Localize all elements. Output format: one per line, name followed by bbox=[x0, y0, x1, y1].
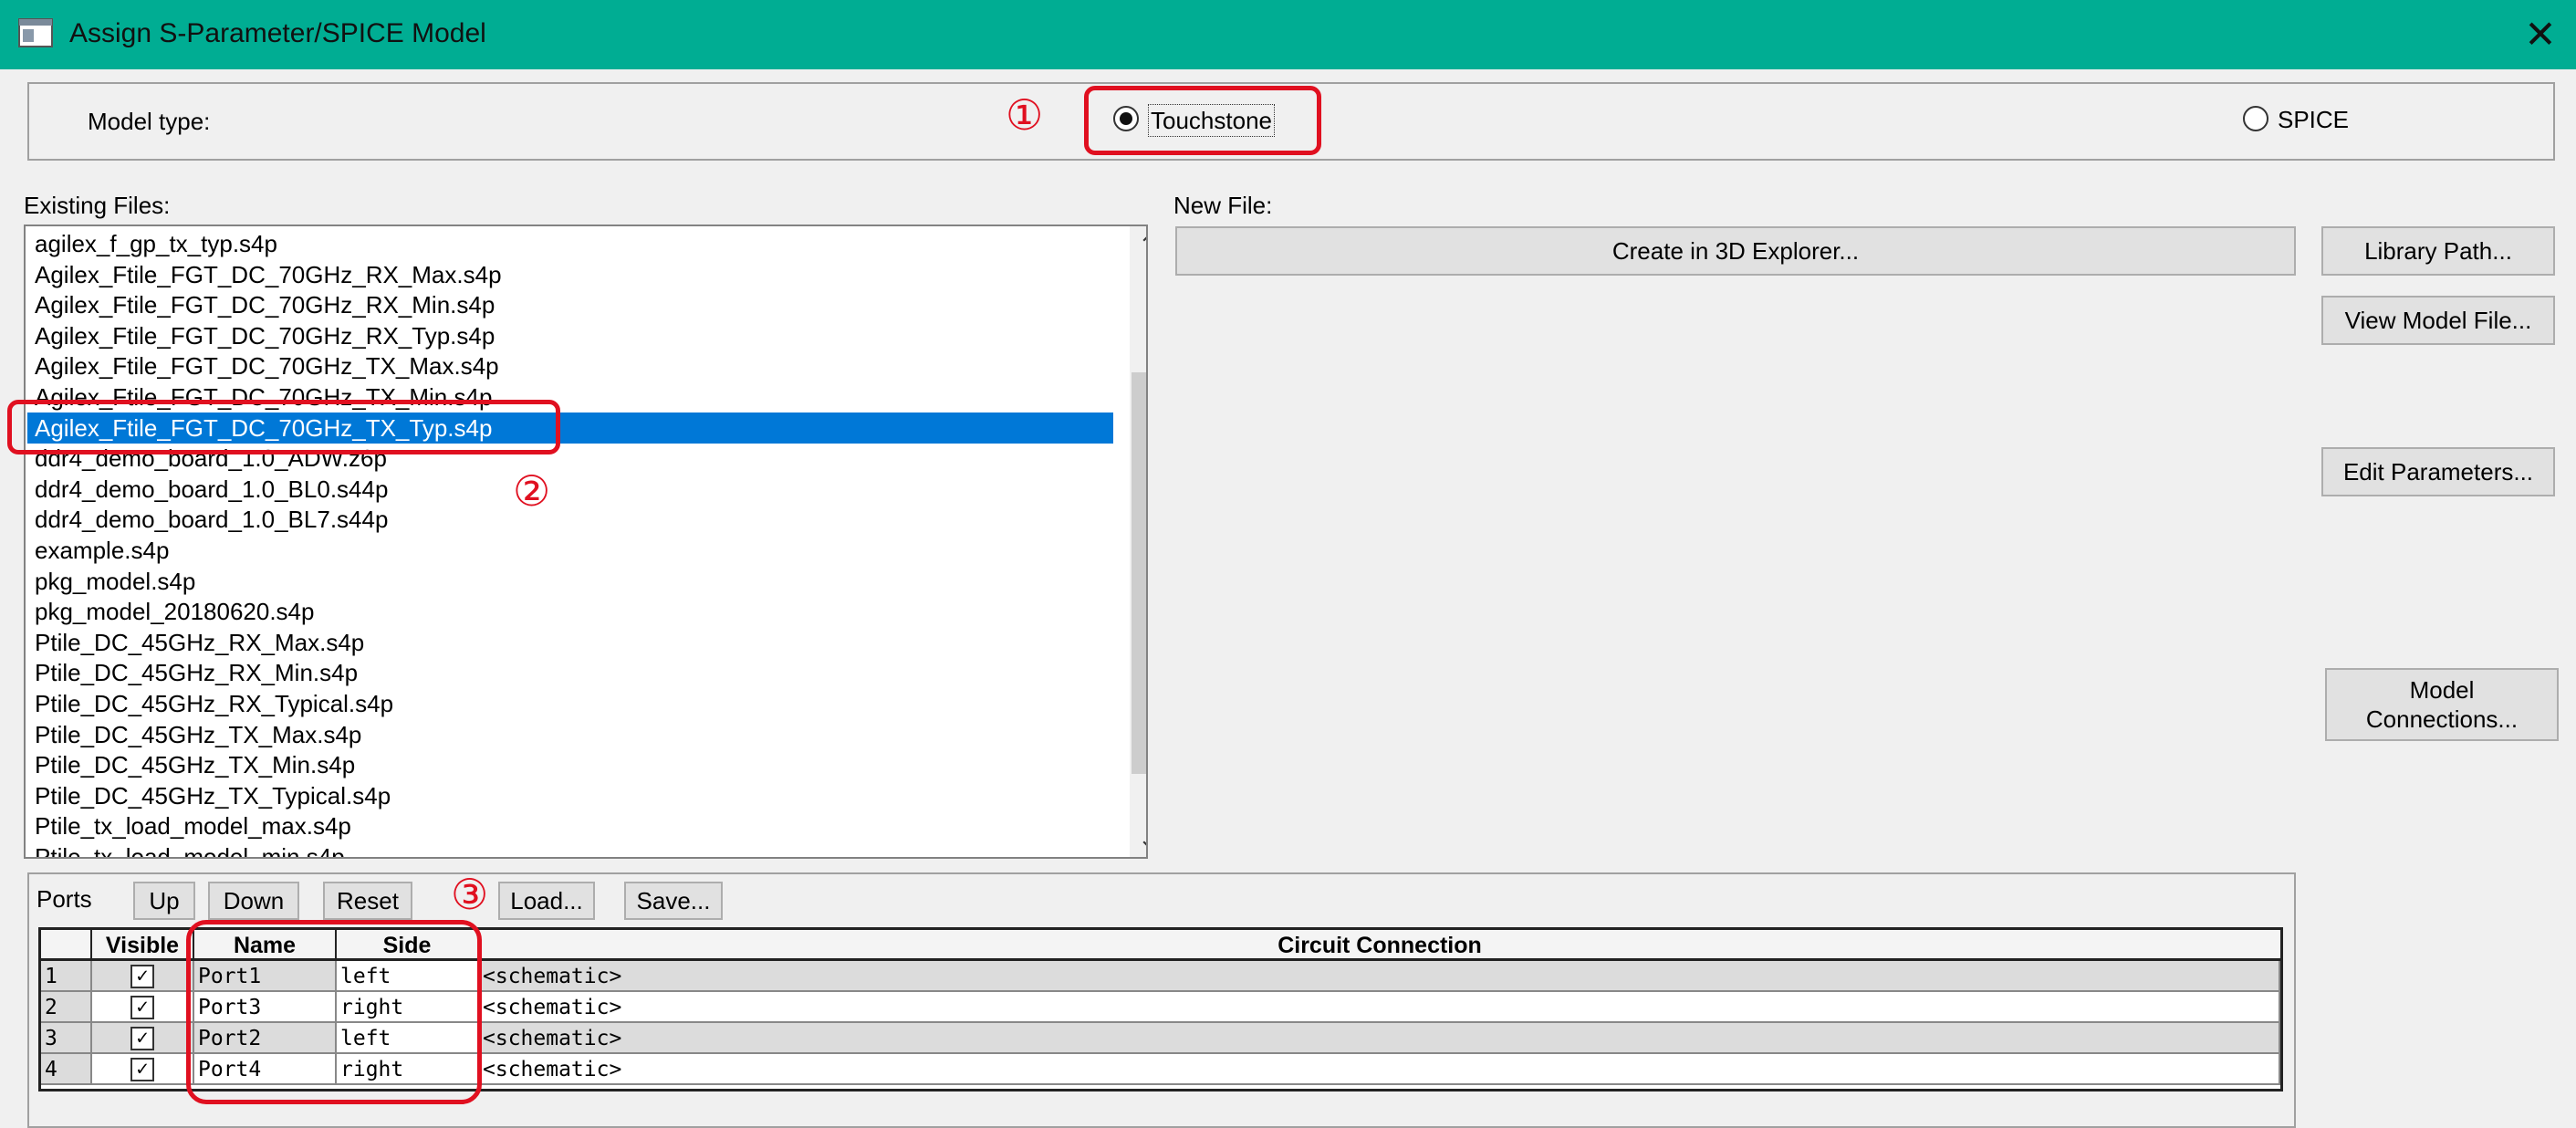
scrollbar-thumb[interactable] bbox=[1132, 372, 1146, 774]
circuit-connection-cell[interactable]: <schematic> bbox=[479, 1023, 2280, 1054]
header-circuit-connection[interactable]: Circuit Connection bbox=[479, 930, 2280, 961]
load-button[interactable]: Load... bbox=[498, 882, 595, 920]
annotation-marker-1: ① bbox=[1006, 90, 1044, 140]
ports-label: Ports bbox=[37, 885, 92, 913]
circuit-connection-cell[interactable]: <schematic> bbox=[479, 992, 2280, 1023]
file-item[interactable]: ddr4_demo_board_1.0_BL7.s44p bbox=[35, 504, 1121, 535]
file-item[interactable]: ddr4_demo_board_1.0_BL0.s44p bbox=[35, 474, 1121, 505]
visible-cell[interactable]: ✓ bbox=[92, 1023, 194, 1054]
existing-files-list[interactable]: agilex_f_gp_tx_typ.s4p Agilex_Ftile_FGT_D… bbox=[24, 225, 1148, 859]
model-type-label: Model type: bbox=[88, 108, 211, 135]
header-row-index bbox=[41, 930, 92, 961]
visible-checkbox[interactable]: ✓ bbox=[130, 1058, 154, 1081]
file-item[interactable]: Agilex_Ftile_FGT_DC_70GHz_TX_Max.s4p bbox=[35, 350, 1121, 381]
scroll-down-icon[interactable]: ⌄ bbox=[1130, 820, 1146, 857]
model-connections-line2: Connections... bbox=[2365, 705, 2519, 733]
spice-radio[interactable] bbox=[2243, 106, 2268, 131]
file-item[interactable]: Ptile_DC_45GHz_TX_Typical.s4p bbox=[35, 780, 1121, 811]
touchstone-radio-label[interactable]: Touchstone bbox=[1148, 104, 1275, 137]
visible-checkbox[interactable]: ✓ bbox=[130, 996, 154, 1019]
view-model-file-button[interactable]: View Model File... bbox=[2321, 296, 2555, 345]
file-item[interactable]: Ptile_tx_load_model_max.s4p bbox=[35, 810, 1121, 841]
circuit-connection-cell[interactable]: <schematic> bbox=[479, 1054, 2280, 1085]
file-item[interactable]: Ptile_DC_45GHz_RX_Typical.s4p bbox=[35, 688, 1121, 719]
new-file-label: New File: bbox=[1173, 192, 1273, 219]
file-item[interactable]: pkg_model_20180620.s4p bbox=[35, 596, 1121, 627]
visible-cell[interactable]: ✓ bbox=[92, 1054, 194, 1085]
file-item[interactable]: agilex_f_gp_tx_typ.s4p bbox=[35, 228, 1121, 259]
file-item[interactable]: Ptile_DC_45GHz_TX_Min.s4p bbox=[35, 749, 1121, 780]
model-connections-button[interactable]: Model Connections... bbox=[2325, 668, 2559, 741]
file-item[interactable]: Ptile_DC_45GHz_RX_Max.s4p bbox=[35, 627, 1121, 658]
file-item[interactable]: Agilex_Ftile_FGT_DC_70GHz_RX_Typ.s4p bbox=[35, 320, 1121, 351]
scroll-up-icon[interactable]: ⌃ bbox=[1130, 226, 1146, 263]
create-in-3d-explorer-button[interactable]: Create in 3D Explorer... bbox=[1175, 226, 2296, 276]
visible-checkbox[interactable]: ✓ bbox=[130, 1027, 154, 1050]
annotation-marker-3: ③ bbox=[451, 870, 489, 919]
visible-cell[interactable]: ✓ bbox=[92, 961, 194, 992]
touchstone-radio[interactable] bbox=[1113, 106, 1139, 131]
row-index-cell: 2 bbox=[41, 992, 92, 1023]
up-button[interactable]: Up bbox=[133, 882, 195, 920]
row-index-cell: 4 bbox=[41, 1054, 92, 1085]
down-button[interactable]: Down bbox=[208, 882, 299, 920]
reset-button[interactable]: Reset bbox=[323, 882, 412, 920]
circuit-connection-cell[interactable]: <schematic> bbox=[479, 961, 2280, 992]
edit-parameters-button[interactable]: Edit Parameters... bbox=[2321, 447, 2555, 496]
file-item[interactable]: pkg_model.s4p bbox=[35, 566, 1121, 597]
existing-files-label: Existing Files: bbox=[24, 192, 171, 219]
file-item[interactable]: example.s4p bbox=[35, 535, 1121, 566]
save-button[interactable]: Save... bbox=[624, 882, 723, 920]
visible-checkbox[interactable]: ✓ bbox=[130, 965, 154, 988]
window-title: Assign S-Parameter/SPICE Model bbox=[69, 18, 486, 48]
file-item[interactable]: Ptile_DC_45GHz_RX_Min.s4p bbox=[35, 657, 1121, 688]
model-connections-line1: Model bbox=[2409, 675, 2475, 704]
file-item[interactable]: Ptile_DC_45GHz_TX_Max.s4p bbox=[35, 719, 1121, 750]
file-item[interactable]: Agilex_Ftile_FGT_DC_70GHz_RX_Max.s4p bbox=[35, 259, 1121, 290]
list-scrollbar[interactable]: ⌃ ⌄ bbox=[1130, 226, 1146, 857]
annotation-marker-2: ② bbox=[513, 466, 551, 516]
close-icon[interactable]: ✕ bbox=[2519, 13, 2562, 57]
row-index-cell: 1 bbox=[41, 961, 92, 992]
app-window-icon bbox=[18, 18, 53, 47]
row-index-cell: 3 bbox=[41, 1023, 92, 1054]
annotation-box-3 bbox=[186, 920, 482, 1104]
visible-cell[interactable]: ✓ bbox=[92, 992, 194, 1023]
file-item[interactable]: Ptile_tx_load_model_min.s4p bbox=[35, 841, 1121, 857]
library-path-button[interactable]: Library Path... bbox=[2321, 226, 2555, 276]
spice-radio-label[interactable]: SPICE bbox=[2278, 104, 2349, 135]
header-visible[interactable]: Visible bbox=[92, 930, 194, 961]
annotation-box-2 bbox=[7, 400, 560, 454]
file-item[interactable]: Agilex_Ftile_FGT_DC_70GHz_RX_Min.s4p bbox=[35, 289, 1121, 320]
